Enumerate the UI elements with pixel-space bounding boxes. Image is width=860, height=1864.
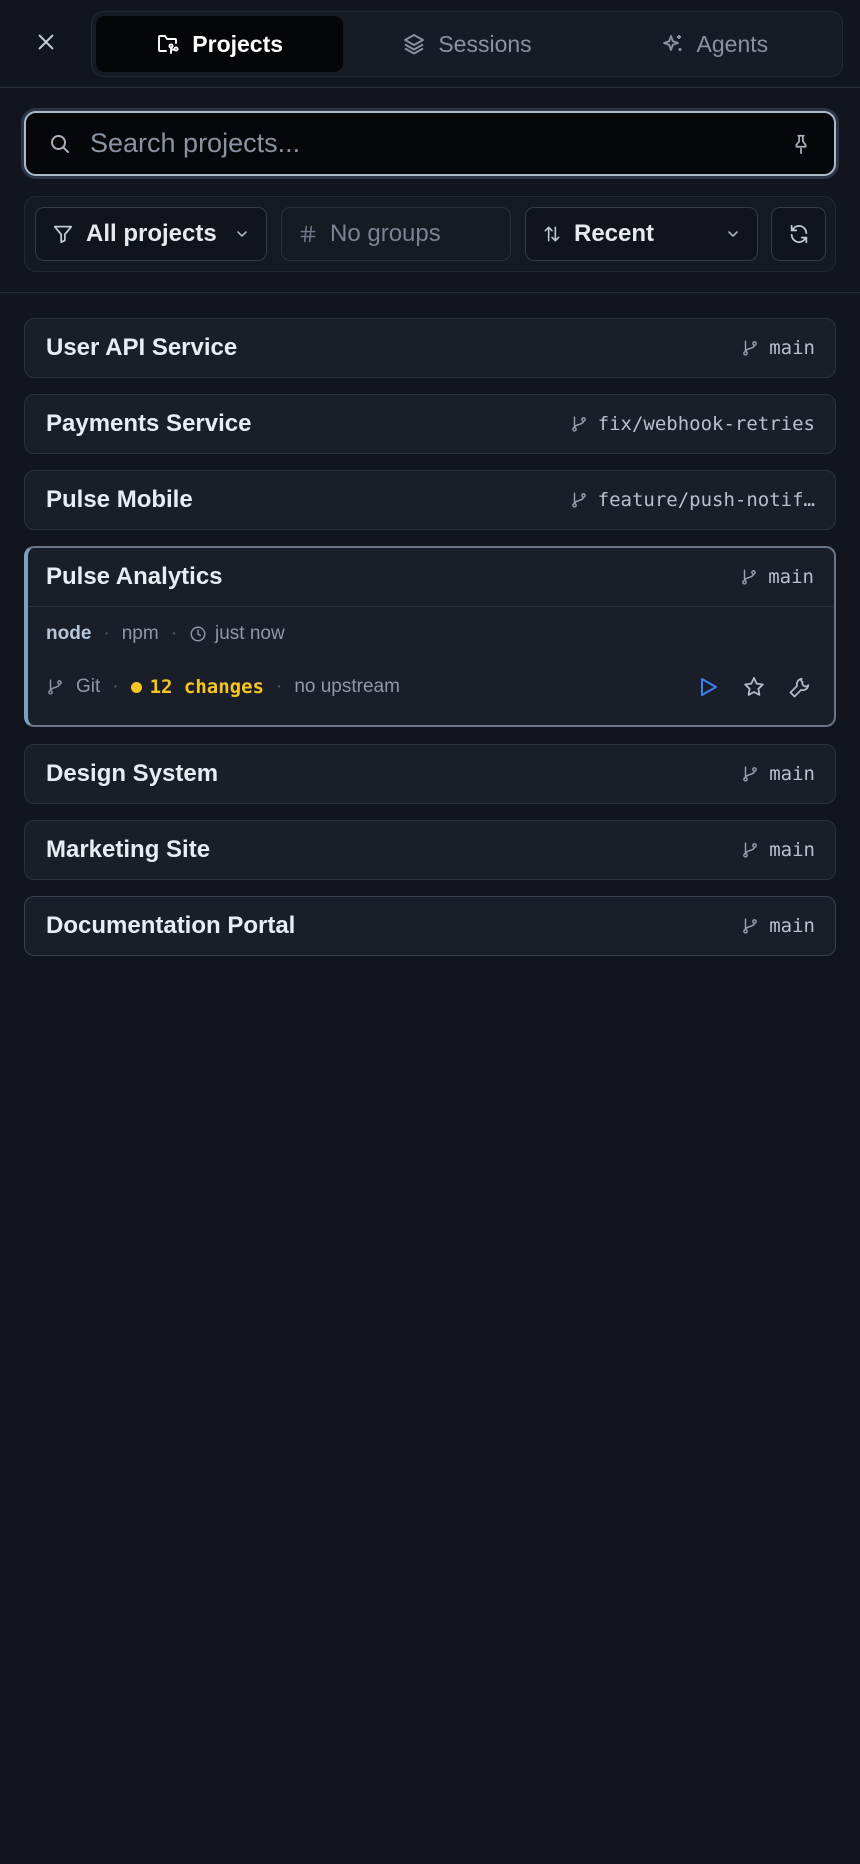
project-name: Design System bbox=[46, 760, 219, 787]
folder-git-icon bbox=[158, 35, 179, 54]
branch-name: main bbox=[768, 566, 814, 588]
groups-label: No groups bbox=[330, 220, 441, 247]
project-actions bbox=[694, 673, 814, 701]
changes-dot bbox=[130, 681, 142, 693]
search-input[interactable] bbox=[90, 128, 790, 159]
close-button[interactable] bbox=[24, 20, 68, 64]
upstream-status: no upstream bbox=[294, 676, 400, 697]
git-branch-icon bbox=[742, 569, 757, 585]
run-button[interactable] bbox=[694, 673, 722, 701]
top-bar: Projects Sessions Agents bbox=[0, 0, 860, 88]
tab-bar: Projects Sessions Agents bbox=[91, 11, 843, 77]
git-branch-icon bbox=[743, 842, 758, 858]
tech-label: node bbox=[46, 622, 92, 644]
branch-name: main bbox=[769, 915, 815, 937]
tab-sessions[interactable]: Sessions bbox=[343, 16, 590, 72]
groups-dropdown[interactable]: No groups bbox=[281, 207, 511, 261]
branch-name: feature/push-notif… bbox=[597, 489, 815, 511]
branch-name: main bbox=[769, 839, 815, 861]
project-card[interactable]: Payments Service fix/webhook-retries bbox=[24, 394, 836, 454]
chevron-down-icon bbox=[728, 231, 738, 237]
favorite-button[interactable] bbox=[740, 673, 768, 701]
separator: · bbox=[170, 622, 178, 644]
git-branch-icon bbox=[743, 918, 758, 934]
branch-name: fix/webhook-retries bbox=[597, 413, 815, 435]
tab-agents[interactable]: Agents bbox=[591, 16, 838, 72]
project-name: Marketing Site bbox=[46, 836, 211, 863]
updated-time: just now bbox=[215, 622, 285, 644]
sparkles-icon bbox=[662, 35, 682, 51]
project-name: User API Service bbox=[46, 334, 238, 361]
refresh-icon bbox=[790, 224, 807, 244]
sort-label: Recent bbox=[574, 220, 655, 247]
project-card[interactable]: User API Service main bbox=[24, 318, 836, 378]
sort-arrows-icon bbox=[544, 226, 560, 242]
git-branch-icon bbox=[571, 492, 586, 508]
separator: · bbox=[103, 622, 110, 644]
project-card[interactable]: Pulse Mobile feature/push-notif… bbox=[24, 470, 836, 530]
project-card-expanded[interactable]: Pulse Analytics main node · npm · just n… bbox=[24, 546, 836, 727]
sort-dropdown[interactable]: Recent bbox=[525, 207, 758, 261]
star-icon bbox=[744, 677, 764, 696]
refresh-button[interactable] bbox=[771, 207, 826, 261]
filter-icon bbox=[53, 225, 73, 244]
filter-bar: All projects No groups Recent bbox=[24, 196, 836, 272]
project-scope-label: All projects bbox=[86, 220, 217, 247]
separator: · bbox=[112, 676, 119, 697]
project-card[interactable]: Documentation Portal main bbox=[24, 896, 836, 956]
project-name: Pulse Mobile bbox=[46, 486, 193, 513]
tab-label: Agents bbox=[696, 30, 769, 57]
git-branch-icon bbox=[571, 416, 586, 432]
play-icon bbox=[701, 678, 717, 696]
project-name: Payments Service bbox=[46, 410, 252, 437]
tab-label: Projects bbox=[192, 30, 284, 57]
project-card[interactable]: Design System main bbox=[24, 744, 836, 804]
changes-badge: 12 changes bbox=[130, 676, 264, 698]
branch-name: main bbox=[769, 337, 815, 359]
clock-icon bbox=[190, 626, 206, 641]
settings-button[interactable] bbox=[786, 673, 814, 701]
project-meta: node · npm · just now bbox=[28, 606, 834, 660]
package-manager: npm bbox=[121, 622, 159, 644]
divider bbox=[0, 292, 860, 293]
pin-icon[interactable] bbox=[790, 133, 812, 155]
tab-label: Sessions bbox=[438, 30, 532, 57]
git-branch-icon bbox=[48, 679, 62, 695]
chevron-down-icon bbox=[237, 231, 247, 237]
wrench-icon bbox=[789, 677, 810, 698]
search-icon bbox=[51, 134, 69, 153]
layers-icon bbox=[404, 34, 425, 55]
project-name: Pulse Analytics bbox=[46, 563, 223, 590]
vcs-label: Git bbox=[76, 676, 101, 697]
tab-projects[interactable]: Projects bbox=[96, 16, 344, 72]
search-box bbox=[24, 111, 836, 176]
project-git-status: Git · 12 changes · no upstream bbox=[28, 660, 834, 714]
project-name: Documentation Portal bbox=[46, 912, 296, 939]
separator: · bbox=[276, 676, 283, 697]
git-branch-icon bbox=[743, 766, 758, 782]
project-scope-dropdown[interactable]: All projects bbox=[35, 207, 267, 261]
project-card[interactable]: Marketing Site main bbox=[24, 820, 836, 880]
close-icon bbox=[38, 34, 54, 50]
git-branch-icon bbox=[743, 340, 758, 356]
branch-name: main bbox=[769, 763, 815, 785]
changes-count: 12 changes bbox=[149, 676, 264, 698]
hash-icon bbox=[300, 225, 316, 243]
